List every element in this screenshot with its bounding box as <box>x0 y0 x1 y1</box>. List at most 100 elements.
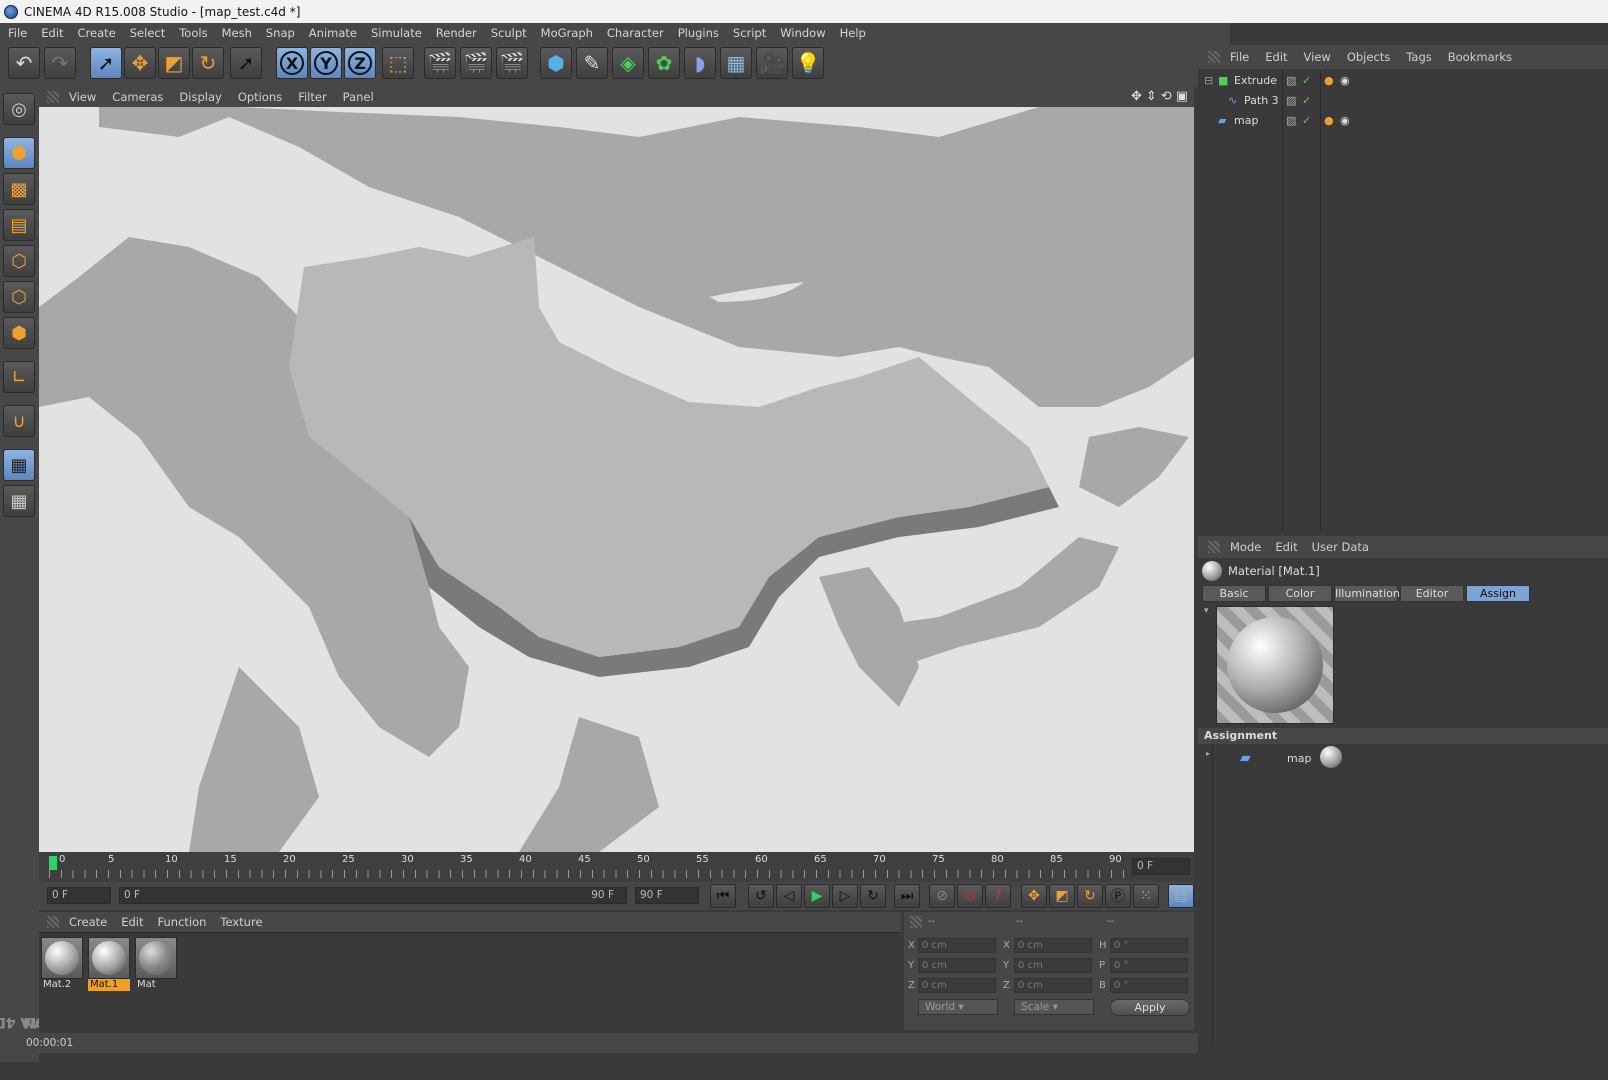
size-z-field[interactable]: 0 cm <box>1014 978 1092 993</box>
object-menu-bookmarks[interactable]: Bookmarks <box>1448 50 1512 64</box>
undo-icon[interactable]: ↶ <box>8 47 40 79</box>
visibility-check-icon[interactable]: ✓ <box>1302 71 1311 91</box>
record-parameter-icon[interactable]: Ⓟ <box>1105 884 1131 908</box>
record-scale-icon[interactable]: ◩ <box>1049 884 1075 908</box>
material-menu-function[interactable]: Function <box>158 915 207 929</box>
menu-help[interactable]: Help <box>840 26 866 40</box>
go-to-start-icon[interactable]: ⏮ <box>710 884 736 908</box>
object-row-map[interactable]: ▰ map ▨ ✓ ● ◉ <box>1198 111 1608 131</box>
rotation-p-field[interactable]: 0 ° <box>1110 958 1188 973</box>
axis-mode-icon[interactable]: ∟ <box>3 361 35 393</box>
start-frame-field[interactable]: 0 F <box>47 887 111 904</box>
grip-handle-icon[interactable] <box>910 916 922 928</box>
move-icon[interactable]: ✥ <box>124 47 156 79</box>
next-frame-icon[interactable]: ▷ <box>832 884 858 908</box>
points-mode-icon[interactable]: ⬡ <box>3 245 35 277</box>
timeline-window-icon[interactable]: ▤ <box>1168 884 1194 908</box>
tab-color[interactable]: Color <box>1268 585 1332 602</box>
menu-character[interactable]: Character <box>607 26 664 40</box>
menu-edit[interactable]: Edit <box>41 26 63 40</box>
size-x-field[interactable]: 0 cm <box>1014 938 1092 953</box>
tab-basic[interactable]: Basic <box>1202 585 1266 602</box>
menu-animate[interactable]: Animate <box>309 26 357 40</box>
material-menu-texture[interactable]: Texture <box>220 915 262 929</box>
menu-render[interactable]: Render <box>436 26 477 40</box>
material-mat[interactable]: Mat <box>135 937 177 993</box>
model-mode-icon[interactable]: ⬢ <box>3 137 35 169</box>
position-y-field[interactable]: 0 cm <box>918 958 996 973</box>
z-axis-icon[interactable]: Z <box>344 47 376 79</box>
render-view-icon[interactable]: 🎬 <box>424 47 456 79</box>
play-icon[interactable]: ▶ <box>804 884 830 908</box>
keyframe-selection-icon[interactable]: ? <box>985 884 1011 908</box>
position-x-field[interactable]: 0 cm <box>918 938 996 953</box>
playhead[interactable] <box>49 856 57 870</box>
object-menu-view[interactable]: View <box>1304 50 1331 64</box>
object-menu-edit[interactable]: Edit <box>1265 50 1287 64</box>
attribute-menu-mode[interactable]: Mode <box>1230 540 1261 554</box>
recent-tool-icon[interactable]: ➚ <box>230 47 262 79</box>
viewport-menu-panel[interactable]: Panel <box>343 90 374 104</box>
edges-mode-icon[interactable]: ⬡ <box>3 281 35 313</box>
rotation-b-field[interactable]: 0 ° <box>1110 978 1188 993</box>
previous-frame-icon[interactable]: ◁ <box>776 884 802 908</box>
light-icon[interactable]: 💡 <box>792 47 824 79</box>
range-slider[interactable]: 0 F 90 F <box>119 887 627 904</box>
position-z-field[interactable]: 0 cm <box>918 978 996 993</box>
deformer-icon[interactable]: ◗ <box>684 47 716 79</box>
snap-magnet-icon[interactable]: ∪ <box>3 405 35 437</box>
maximize-view-icon[interactable]: ▣ <box>1176 89 1188 104</box>
menu-simulate[interactable]: Simulate <box>371 26 422 40</box>
collapse-icon[interactable]: ⊟ <box>1204 71 1213 91</box>
menu-tools[interactable]: Tools <box>179 26 207 40</box>
grip-handle-icon[interactable] <box>47 916 59 928</box>
rotation-h-field[interactable]: 0 ° <box>1110 938 1188 953</box>
grip-handle-icon[interactable] <box>1208 541 1220 553</box>
menu-create[interactable]: Create <box>78 26 116 40</box>
tab-assign[interactable]: Assign <box>1466 585 1530 602</box>
orbit-icon[interactable]: ⟲ <box>1161 89 1172 104</box>
visibility-check-icon[interactable]: ✓ <box>1302 91 1311 111</box>
pan-icon[interactable]: ✥ <box>1131 89 1142 104</box>
cube-icon[interactable]: ⬢ <box>540 47 572 79</box>
menu-plugins[interactable]: Plugins <box>678 26 719 40</box>
spline-pen-icon[interactable]: ✎ <box>576 47 608 79</box>
viewport-menu-display[interactable]: Display <box>179 90 221 104</box>
viewport-menu-filter[interactable]: Filter <box>298 90 326 104</box>
object-row-extrude[interactable]: ⊟ ■ Extrude ▨ ✓ ● ◉ <box>1198 71 1608 91</box>
planar-workplane-icon[interactable]: ▦ <box>3 485 35 517</box>
menu-mesh[interactable]: Mesh <box>222 26 252 40</box>
coordinate-system-icon[interactable]: ⬚ <box>382 47 414 79</box>
visibility-check-icon[interactable]: ✓ <box>1302 111 1311 131</box>
scale-icon[interactable]: ◩ <box>158 47 190 79</box>
menu-sculpt[interactable]: Sculpt <box>491 26 527 40</box>
size-y-field[interactable]: 0 cm <box>1014 958 1092 973</box>
3d-viewport[interactable] <box>39 107 1194 852</box>
attribute-menu-user-data[interactable]: User Data <box>1312 540 1369 554</box>
x-axis-icon[interactable]: X <box>276 47 308 79</box>
render-picture-viewer-icon[interactable]: 🎬 <box>460 47 492 79</box>
object-menu-objects[interactable]: Objects <box>1347 50 1390 64</box>
previous-key-icon[interactable]: ↺ <box>748 884 774 908</box>
polygons-mode-icon[interactable]: ⬢ <box>3 317 35 349</box>
tab-illumination[interactable]: Illumination <box>1334 585 1400 602</box>
menu-snap[interactable]: Snap <box>266 26 295 40</box>
viewport-menu-view[interactable]: View <box>69 90 96 104</box>
dolly-icon[interactable]: ⇕ <box>1146 89 1157 104</box>
subdivision-icon[interactable]: ◈ <box>612 47 644 79</box>
grip-handle-icon[interactable] <box>1208 51 1220 63</box>
size-mode-select[interactable]: Scale ▾ <box>1014 999 1094 1015</box>
menu-file[interactable]: File <box>8 26 27 40</box>
timeline-ruler[interactable]: 0 5 10 15 20 25 30 35 40 45 50 55 60 65 … <box>39 852 1194 882</box>
layer-icon[interactable]: ▨ <box>1286 111 1296 131</box>
material-mat2[interactable]: Mat.2 <box>41 937 83 993</box>
menu-window[interactable]: Window <box>780 26 825 40</box>
record-point-level-icon[interactable]: ⁙ <box>1133 884 1159 908</box>
cloner-icon[interactable]: ✿ <box>648 47 680 79</box>
layer-icon[interactable]: ▨ <box>1286 91 1296 111</box>
texture-mode-icon[interactable]: ▩ <box>3 173 35 205</box>
layer-icon[interactable]: ▨ <box>1286 71 1296 91</box>
material-tag-icon[interactable]: ◉ <box>1340 111 1350 131</box>
make-editable-icon[interactable]: ◎ <box>3 93 35 125</box>
record-rotation-icon[interactable]: ↻ <box>1077 884 1103 908</box>
